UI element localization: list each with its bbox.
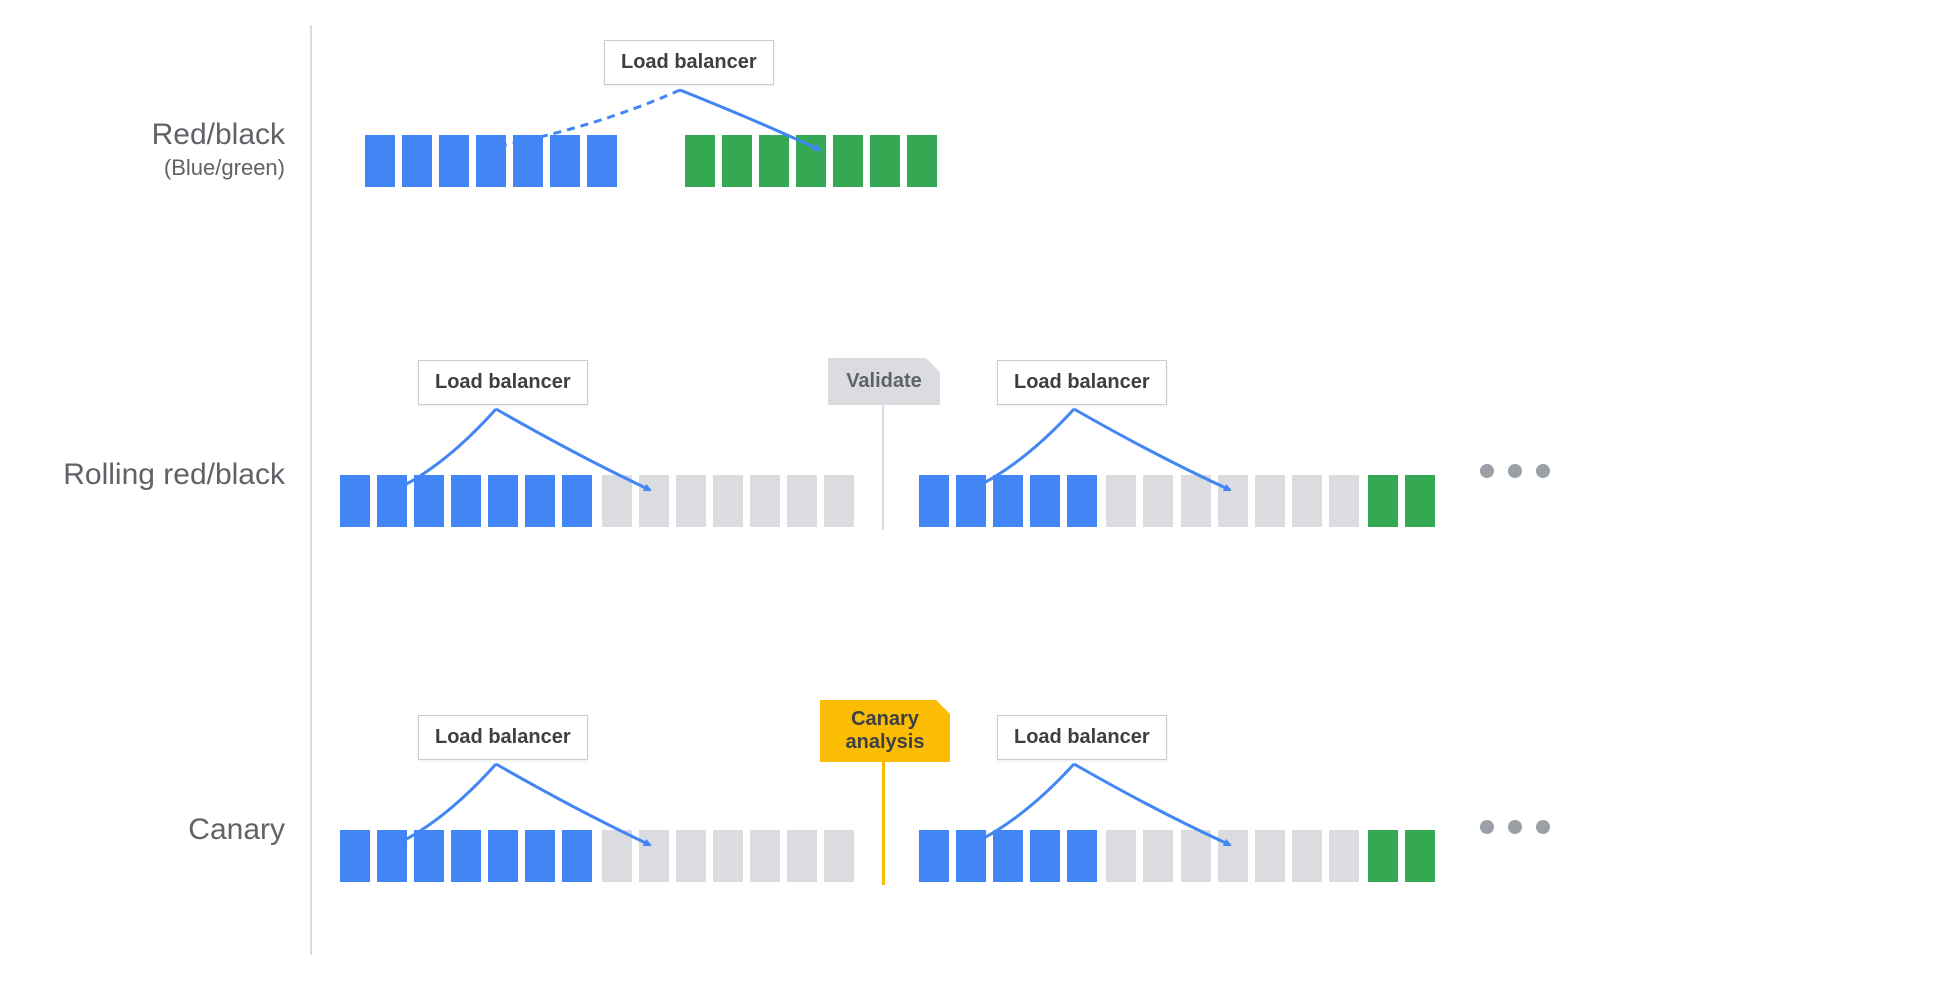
server-block — [451, 475, 481, 527]
server-block — [1218, 475, 1248, 527]
server-block — [340, 475, 370, 527]
server-block — [676, 475, 706, 527]
server-block — [787, 475, 817, 527]
server-block — [676, 830, 706, 882]
server-block — [365, 135, 395, 187]
server-block — [402, 135, 432, 187]
server-block — [602, 830, 632, 882]
server-block — [1067, 830, 1097, 882]
server-block — [1368, 475, 1398, 527]
server-block — [639, 475, 669, 527]
server-block — [550, 135, 580, 187]
server-block — [639, 830, 669, 882]
server-block — [1292, 830, 1322, 882]
server-block — [476, 135, 506, 187]
server-block — [685, 135, 715, 187]
server-block — [488, 830, 518, 882]
diagram-overlay — [0, 0, 1933, 989]
server-block — [1030, 475, 1060, 527]
server-block — [1255, 475, 1285, 527]
server-block — [1106, 830, 1136, 882]
server-block — [907, 135, 937, 187]
server-block — [340, 830, 370, 882]
server-block — [488, 475, 518, 527]
server-block — [1218, 830, 1248, 882]
server-block — [824, 830, 854, 882]
server-block — [1255, 830, 1285, 882]
server-block — [1292, 475, 1322, 527]
server-block — [993, 475, 1023, 527]
server-block — [1181, 830, 1211, 882]
server-block — [377, 830, 407, 882]
server-block — [414, 830, 444, 882]
server-block — [993, 830, 1023, 882]
server-block — [562, 830, 592, 882]
server-block — [713, 475, 743, 527]
server-block — [1030, 830, 1060, 882]
server-block — [1181, 475, 1211, 527]
server-block — [1329, 830, 1359, 882]
server-block — [377, 475, 407, 527]
server-block — [451, 830, 481, 882]
server-block — [919, 830, 949, 882]
server-block — [750, 475, 780, 527]
server-block — [1143, 475, 1173, 527]
server-block — [587, 135, 617, 187]
server-block — [562, 475, 592, 527]
server-block — [713, 830, 743, 882]
server-block — [414, 475, 444, 527]
server-block — [824, 475, 854, 527]
server-block — [1143, 830, 1173, 882]
server-block — [919, 475, 949, 527]
server-block — [525, 830, 555, 882]
server-block — [1106, 475, 1136, 527]
server-block — [750, 830, 780, 882]
server-block — [525, 475, 555, 527]
server-block — [787, 830, 817, 882]
server-block — [759, 135, 789, 187]
server-block — [796, 135, 826, 187]
server-block — [602, 475, 632, 527]
server-block — [1067, 475, 1097, 527]
server-block — [439, 135, 469, 187]
server-block — [1405, 830, 1435, 882]
server-block — [722, 135, 752, 187]
server-block — [833, 135, 863, 187]
server-block — [1368, 830, 1398, 882]
server-block — [1405, 475, 1435, 527]
server-block — [870, 135, 900, 187]
server-block — [1329, 475, 1359, 527]
